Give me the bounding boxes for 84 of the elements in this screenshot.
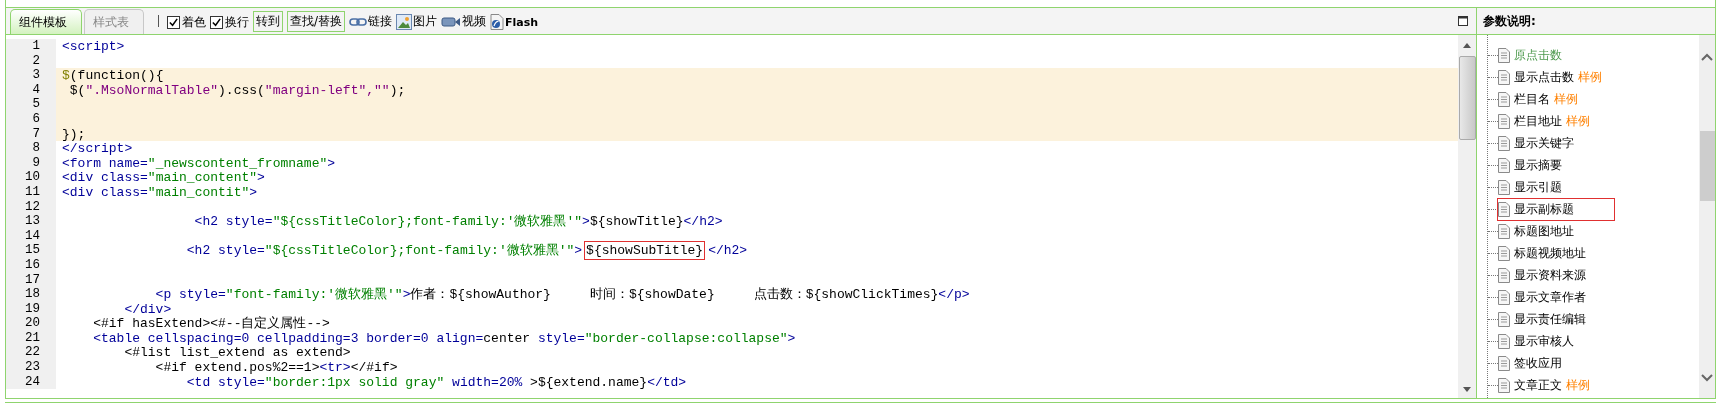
insert-link[interactable]: Flash <box>505 15 539 29</box>
line-number: 3 <box>6 68 56 83</box>
parameter-item[interactable]: 显示文章作者 <box>1514 288 1586 306</box>
line-number: 5 <box>6 97 56 112</box>
parameter-item[interactable]: 栏目名 <box>1514 90 1550 108</box>
document-icon <box>1498 333 1510 349</box>
document-icon <box>1498 157 1510 173</box>
insert-link[interactable]: 图片 <box>413 13 438 30</box>
code-line: <div class="main_contit"> <box>62 184 258 200</box>
checkbox-label[interactable]: 换行 <box>225 14 249 31</box>
code-line: </script> <box>62 141 133 157</box>
scroll-down-icon[interactable] <box>1463 387 1471 392</box>
video-camera-icon <box>441 15 462 28</box>
checkbox-label[interactable]: 着色 <box>182 14 206 31</box>
parameter-item[interactable]: 显示资料来源 <box>1514 266 1586 284</box>
document-icon <box>1498 179 1510 195</box>
document-icon <box>1498 91 1510 107</box>
code-line: <form name="_newscontent_fromname"> <box>62 155 336 171</box>
toolbar-button[interactable]: 查找/替换 <box>287 11 346 32</box>
parameter-item[interactable]: 显示审核人 <box>1514 332 1574 350</box>
code-line: $(".MsoNormalTable").css("margin-left",""); <box>68 82 406 98</box>
document-icon <box>1498 47 1510 63</box>
line-number: 1 <box>6 39 56 54</box>
parameter-item[interactable]: 栏目地址 <box>1514 112 1562 130</box>
panel-title: 参数说明: <box>1483 12 1536 30</box>
document-icon <box>1498 311 1510 327</box>
line-number: 23 <box>6 360 56 375</box>
code-line: <div class="main_content"> <box>62 170 265 186</box>
code-line: <#if hasExtend><#--自定义属性--> <box>92 316 330 332</box>
parameter-item[interactable]: 显示关键字 <box>1514 134 1574 152</box>
document-icon <box>1498 69 1510 85</box>
line-number: 15 <box>6 243 56 258</box>
line-number: 18 <box>6 287 56 302</box>
chain-icon <box>349 16 368 27</box>
scrollbar[interactable] <box>1699 35 1715 398</box>
editor-tab[interactable]: 组件模板 <box>10 9 82 34</box>
insert-link[interactable]: 链接 <box>368 13 393 30</box>
code-line: <td style="border:1px solid gray" width=20% >${extend.name}</td> <box>185 374 687 390</box>
parameter-item[interactable]: 文章正文 <box>1514 376 1562 394</box>
parameter-item[interactable]: 显示引题 <box>1514 178 1562 196</box>
document-icon <box>1498 377 1510 393</box>
document-icon <box>1498 245 1510 261</box>
parameter-item[interactable]: 显示责任编辑 <box>1514 310 1586 328</box>
line-number: 13 <box>6 214 56 229</box>
toolbar-button[interactable]: 转到 <box>253 11 283 32</box>
code-line: <p style="font-family:'微软雅黑'">作者：${showAuthor} 时间：${showDate} 点击数：${showClickTimes}</p> <box>154 287 970 303</box>
parameter-item[interactable]: 标题视频地址 <box>1514 244 1586 262</box>
code-line: <script> <box>62 39 125 54</box>
parameter-item[interactable]: 显示点击数 <box>1514 68 1574 86</box>
chevron-up-icon[interactable] <box>1701 53 1713 61</box>
code-line: <h2 style="${cssTitleColor};font-family:'微软雅黑'">${showTitle}</h2> <box>193 214 723 230</box>
code-line: <#if extend.pos%2==1><tr></#if> <box>154 360 398 376</box>
scroll-thumb[interactable] <box>1699 131 1715 201</box>
checkbox[interactable] <box>167 16 180 29</box>
scroll-thumb[interactable] <box>1458 56 1476 140</box>
document-icon <box>1498 135 1510 151</box>
insert-link[interactable]: 视频 <box>462 13 487 30</box>
parameter-item[interactable]: 原点击数 <box>1514 46 1562 64</box>
document-icon <box>1498 289 1510 305</box>
line-number: 10 <box>6 170 56 185</box>
chevron-down-icon[interactable] <box>1701 374 1713 382</box>
document-icon <box>1498 223 1510 239</box>
flash-file-icon <box>490 14 505 30</box>
picture-icon <box>396 13 413 30</box>
code-line: }); <box>62 126 86 142</box>
line-number: 8 <box>6 141 56 156</box>
scrollbar[interactable] <box>1458 35 1476 398</box>
code-line: </div> <box>123 301 172 317</box>
code-line: <h2 style="${cssTitleColor};font-family:'微软雅黑'"> ${showSubTitle} </h2> <box>185 243 748 259</box>
code-line: $(function(){ <box>62 68 164 84</box>
document-icon <box>1498 355 1510 371</box>
document-icon <box>1498 267 1510 283</box>
line-number: 22 <box>6 345 56 361</box>
line-number: 20 <box>6 316 56 331</box>
maximize-icon[interactable] <box>1458 16 1468 26</box>
code-line: <#list list_extend as extend> <box>123 345 351 361</box>
parameter-item[interactable]: 标题图地址 <box>1514 222 1574 240</box>
code-line: <table cellspacing=0 cellpadding=3 border=0 align=center style="border-collapse:collapse"> <box>92 330 796 346</box>
document-icon <box>1498 201 1510 217</box>
scroll-up-icon[interactable] <box>1463 43 1471 48</box>
document-icon <box>1498 113 1510 129</box>
parameter-item[interactable]: 签收应用 <box>1514 354 1562 372</box>
parameter-item[interactable]: 显示摘要 <box>1514 156 1562 174</box>
checkbox[interactable] <box>210 16 223 29</box>
